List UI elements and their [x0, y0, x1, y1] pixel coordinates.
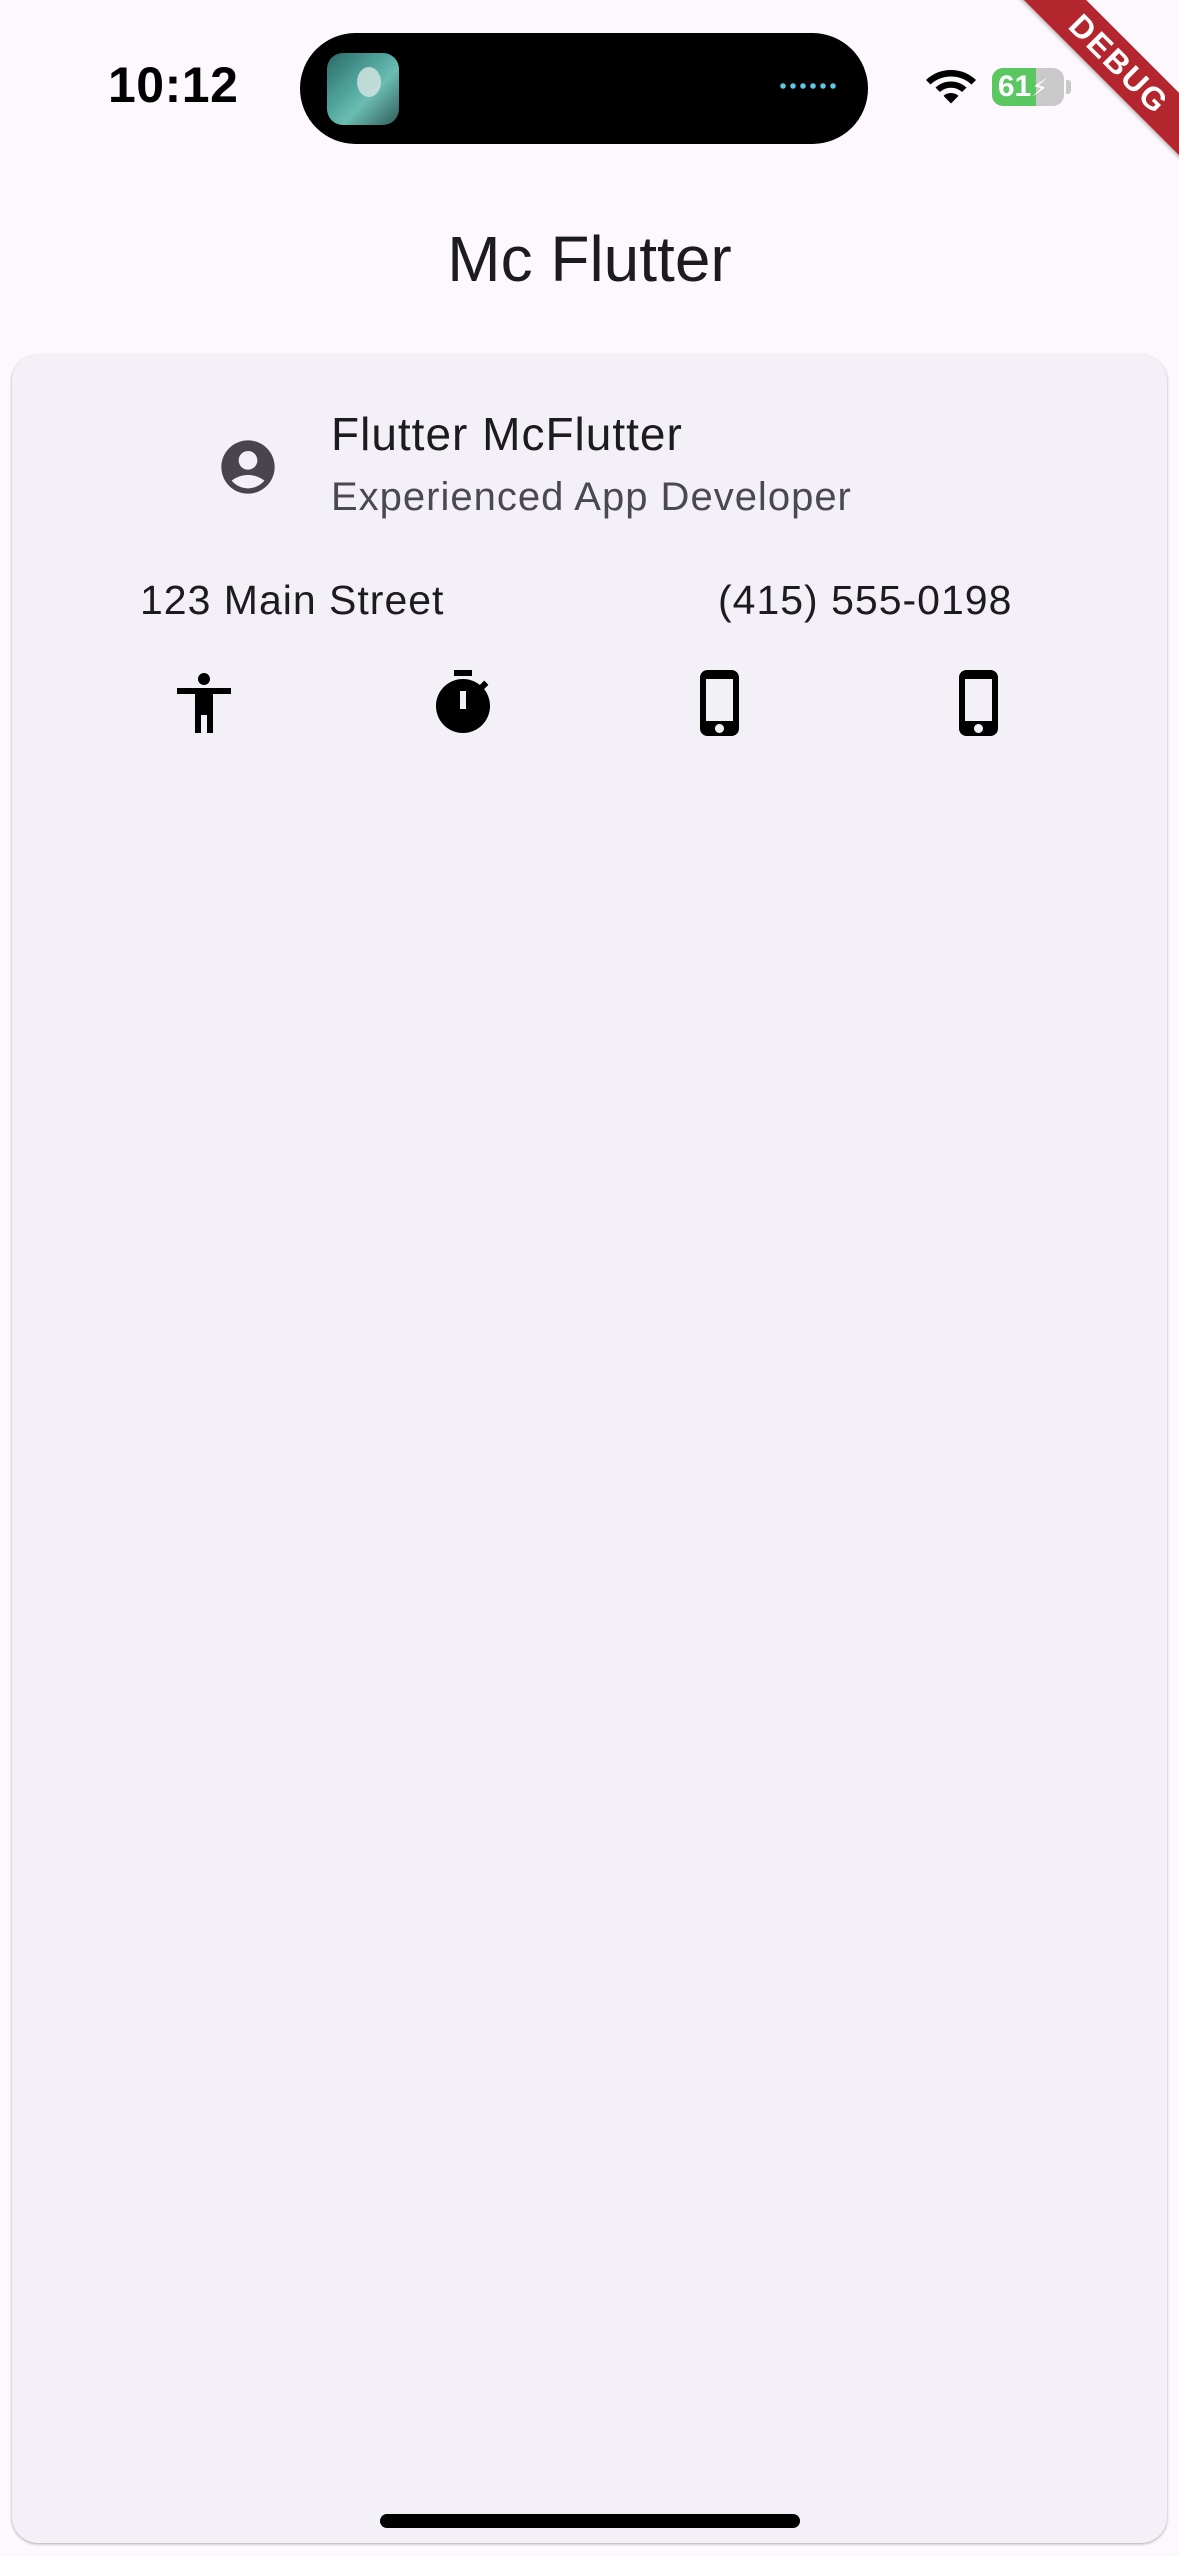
phone-android-icon: [700, 670, 739, 736]
status-time: 10:12: [108, 57, 239, 113]
battery-indicator: 61⚡: [992, 68, 1064, 106]
profile-phone: (415) 555-0198: [718, 577, 1013, 623]
account-circle-icon: [221, 440, 275, 494]
charging-bolt-icon: ⚡: [1031, 75, 1049, 102]
profile-role: Experienced App Developer: [331, 475, 852, 519]
live-activity-app-icon: [327, 53, 399, 125]
timer-icon: [436, 670, 490, 733]
battery-cap: [1066, 80, 1071, 94]
profile-name: Flutter McFlutter: [331, 408, 683, 460]
phone-iphone-icon: [959, 670, 998, 736]
profile-card: Flutter McFlutter Experienced App Develo…: [12, 355, 1167, 2543]
home-indicator[interactable]: [380, 2514, 800, 2528]
audio-activity-indicator: [778, 83, 838, 89]
app-bar-title: Mc Flutter: [447, 223, 732, 295]
wifi-icon: [926, 70, 976, 104]
dynamic-island[interactable]: [300, 33, 868, 144]
battery-percent: 61⚡: [997, 70, 1049, 103]
profile-address: 123 Main Street: [140, 577, 445, 623]
accessibility-icon: [177, 673, 231, 733]
